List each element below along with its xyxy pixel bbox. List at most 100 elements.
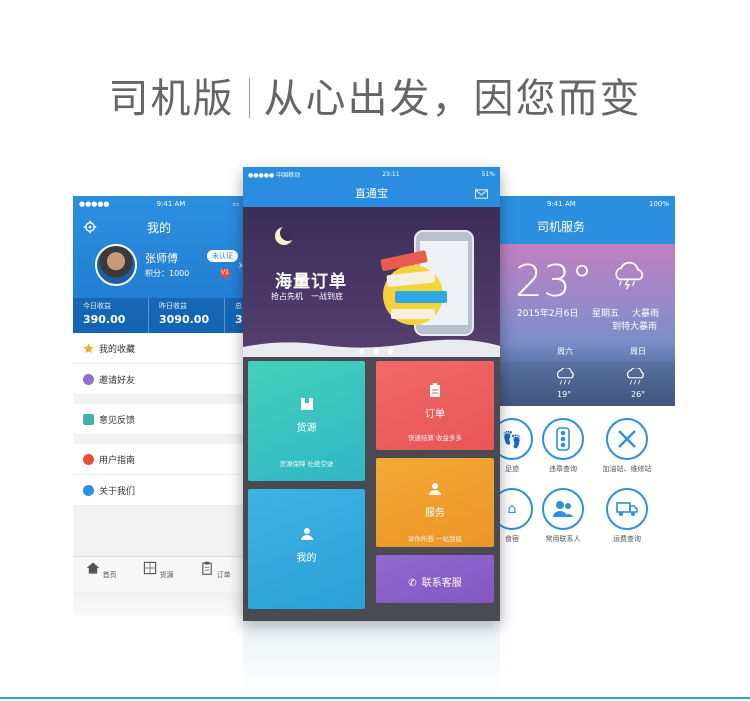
tab-label: 货源 [159, 571, 174, 579]
forecast-temp: 26° [631, 390, 646, 399]
service-label: 违章查询 [549, 465, 577, 473]
page-title: 直通宝 [355, 187, 388, 200]
service-label: 足迹 [505, 465, 519, 473]
home-icon [87, 562, 100, 574]
income-label: 昨日收益 [159, 302, 187, 310]
tab-bar: 首页 货源 订单 [73, 556, 245, 592]
reflection [73, 592, 245, 616]
status-time: 9:41 AM [156, 200, 186, 208]
headline-right: 从心出发，因您而变 [263, 76, 642, 122]
tile-mine[interactable]: 我的 [248, 489, 365, 609]
divider [73, 435, 245, 444]
box-icon [300, 398, 313, 410]
tile-title: 联系客服 [421, 578, 462, 589]
tile-orders[interactable]: 订单 快速结算 收益多多 [376, 361, 494, 450]
contacts-icon [542, 488, 584, 530]
phone-icon: ✆ [408, 578, 417, 589]
tab-home[interactable]: 首页 [73, 557, 130, 592]
menu-item-invite[interactable]: 邀请好友 [73, 364, 245, 395]
tile-goods[interactable]: 货源 货源保障 杜绝空驶 [248, 361, 365, 481]
headline-divider [248, 78, 250, 118]
tile-subtitle: 享你所想 一站到底 [407, 535, 463, 543]
truck-icon [606, 488, 648, 530]
temperature: 23° [515, 256, 593, 307]
status-time: 9:41 AM [547, 200, 576, 208]
user-icon [300, 528, 313, 540]
status-bar: 9:41 AM 100% [497, 196, 675, 212]
battery-level: 100% [648, 200, 669, 208]
clipboard-icon [430, 383, 440, 397]
tile-contact-service[interactable]: ✆ 联系客服 [376, 555, 494, 603]
forecast-day: 周六 [557, 347, 573, 356]
thunderstorm-icon [615, 261, 644, 290]
service-label: 加油站、维修站 [602, 465, 652, 473]
status-badge: 未认证 [207, 250, 238, 262]
gear-icon[interactable] [83, 220, 97, 234]
reflection [243, 621, 500, 697]
status-bar: ●●●●● 中国移动 23:11 51% [243, 167, 500, 181]
tab-orders[interactable]: 订单 [187, 557, 244, 592]
level-badge: V1 [220, 268, 230, 278]
menu-item-feedback[interactable]: 意见反馈 [73, 404, 245, 435]
promo-banner[interactable]: 海量订单 抢占先机 一战到底 ● ● ● [243, 207, 500, 357]
menu-item-about[interactable]: 关于我们 [73, 475, 245, 506]
tab-goods[interactable]: 货源 [130, 557, 187, 592]
service-contacts[interactable]: 常用联系人 [533, 488, 593, 544]
help-icon [83, 453, 94, 465]
tile-title: 货源 [296, 423, 317, 434]
page-title: 我的 [146, 220, 171, 235]
income-value: 390.00 [83, 313, 126, 326]
menu-item-label: 意见反馈 [99, 415, 136, 426]
clipboard-icon [202, 561, 213, 575]
service-header: 9:41 AM 100% 司机服务 [497, 196, 675, 244]
income-total: 总 3 [225, 298, 245, 333]
bed-icon: ⌂ [497, 488, 533, 530]
service-station[interactable]: 加油站、维修站 [597, 418, 657, 474]
user-name: 张师傅 [145, 252, 178, 265]
menu-item-label: 我的收藏 [99, 344, 136, 355]
user-add-icon [83, 373, 94, 385]
banner-title: 海量订单 [275, 272, 347, 292]
rain-icon [556, 368, 574, 385]
points-label: 积分：1000 [145, 269, 190, 278]
right-phone-screen: 9:41 AM 100% 司机服务 23° 2015年2月6日 星期五 大暴雨 … [497, 196, 675, 616]
tile-title: 订单 [425, 409, 445, 420]
left-phone-screen: ●●●●● 9:41 AM ▭ 我的 张师傅 未认证 积分：1000 V1 › … [73, 196, 245, 616]
weather-panel: 23° 2015年2月6日 星期五 大暴雨 到特大暴雨 周六 周日 19° 26… [497, 244, 675, 406]
forecast-row: 19° 26° [497, 362, 675, 406]
phone-illustration [380, 230, 474, 336]
income-summary: 今日收益 390.00 昨日收益 3090.00 总 3 [73, 298, 245, 333]
weather-weekday: 星期五 [592, 309, 620, 319]
headline: 司机版 从心出发，因您而变 [0, 66, 750, 124]
traffic-light-icon [542, 418, 584, 460]
service-label: 食宿 [505, 535, 519, 543]
feedback-icon [83, 413, 94, 425]
tile-title: 我的 [296, 553, 317, 564]
weather-condition-cont: 到特大暴雨 [612, 322, 658, 332]
mail-icon[interactable] [475, 189, 488, 199]
income-yesterday: 昨日收益 3090.00 [149, 298, 225, 333]
tile-grid: 货源 货源保障 杜绝空驶 订单 快速结算 收益多多 我的 服务 享你所想 一站到… [243, 357, 500, 621]
menu-item-label: 用户指南 [99, 455, 136, 466]
service-freight[interactable]: 运费查询 [597, 488, 657, 544]
bottom-accent-line [0, 697, 750, 699]
menu-list: 我的收藏 邀请好友 意见反馈 用户指南 关于我们 [73, 333, 245, 506]
tile-subtitle: 货源保障 杜绝空驶 [279, 460, 334, 468]
forecast-temp: 19° [557, 390, 572, 399]
tile-subtitle: 快速结算 收益多多 [407, 434, 463, 442]
menu-item-favorites[interactable]: 我的收藏 [73, 333, 245, 364]
menu-item-guide[interactable]: 用户指南 [73, 444, 245, 475]
battery-level: 51% [481, 170, 495, 178]
star-icon [83, 343, 94, 353]
carousel-dots[interactable]: ● ● ● [359, 347, 397, 355]
forecast-day: 周日 [630, 347, 646, 356]
avatar[interactable] [95, 244, 137, 286]
nav-bar: 直通宝 [243, 181, 500, 207]
rain-icon [626, 368, 644, 385]
banner-subtitle: 抢占先机 一战到底 [271, 292, 343, 301]
service-violation[interactable]: 违章查询 [533, 418, 593, 474]
grid-icon [144, 561, 157, 575]
profile-card[interactable]: 张师傅 未认证 积分：1000 V1 › [95, 244, 245, 290]
tile-service[interactable]: 服务 享你所想 一站到底 [376, 458, 494, 547]
divider [73, 395, 245, 404]
